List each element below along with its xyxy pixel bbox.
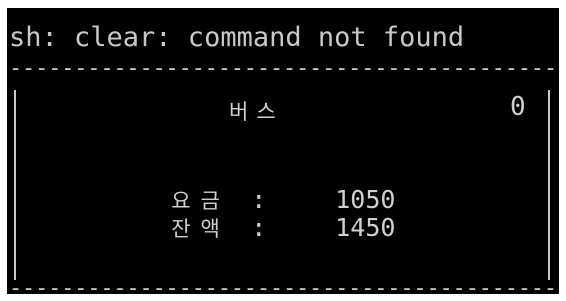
screen-title: 버스 xyxy=(229,100,284,124)
count-value: 0 xyxy=(510,92,526,122)
balance-label: 잔액 xyxy=(171,217,230,241)
bottom-separator: ----------------------------------------… xyxy=(9,276,559,295)
left-border xyxy=(14,90,16,280)
balance-row: 잔액: 1450 xyxy=(111,184,395,272)
balance-colon: : xyxy=(251,213,267,242)
balance-value: 1450 xyxy=(335,213,396,242)
terminal-window[interactable]: sh: clear: command not found -----------… xyxy=(7,8,559,294)
top-separator: ----------------------------------------… xyxy=(9,56,559,81)
right-border xyxy=(548,90,550,280)
command-output-line: sh: clear: command not found xyxy=(9,22,465,53)
